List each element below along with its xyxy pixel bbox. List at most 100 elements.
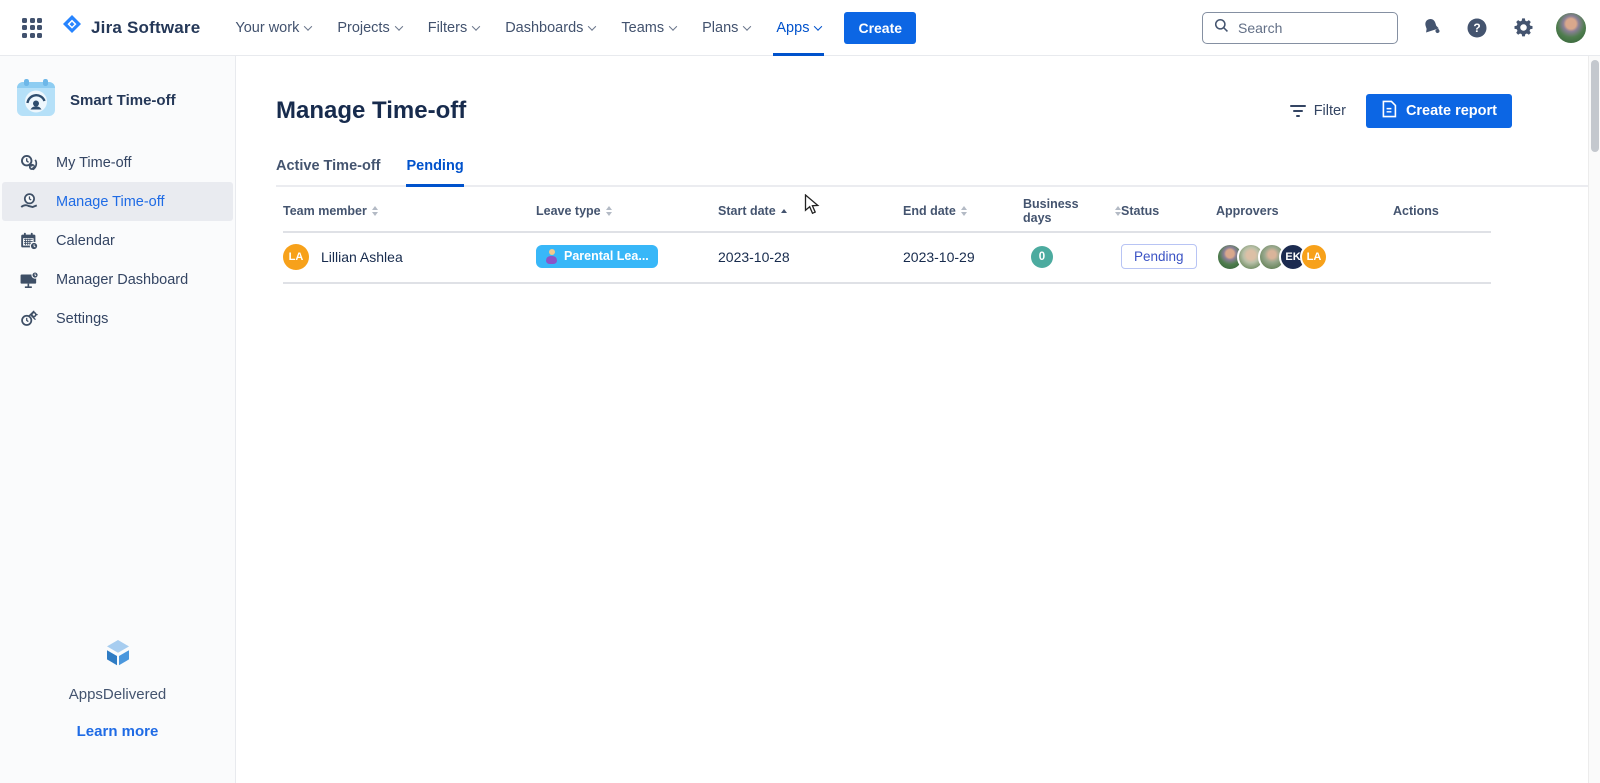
product-name: Jira Software bbox=[91, 18, 200, 38]
column-header-start-date[interactable]: Start date bbox=[718, 204, 903, 218]
chevron-down-icon bbox=[743, 22, 751, 30]
nav-item-label: Filters bbox=[428, 20, 467, 36]
nav-item-projects[interactable]: Projects bbox=[324, 0, 414, 56]
global-search[interactable] bbox=[1202, 12, 1398, 44]
member-avatar: LA bbox=[283, 244, 309, 270]
top-navigation: Jira Software Your work Projects Filters Da… bbox=[0, 0, 1600, 56]
leave-type-badge: Parental Lea... bbox=[536, 245, 658, 268]
sidebar-item-label: Manage Time-off bbox=[56, 194, 165, 210]
leave-type-cell: Parental Lea... bbox=[536, 245, 718, 268]
chevron-down-icon bbox=[304, 22, 312, 30]
nav-item-label: Apps bbox=[776, 20, 809, 36]
business-days-cell: 0 bbox=[1023, 246, 1121, 268]
sort-icon bbox=[961, 206, 967, 216]
sidebar: Smart Time-off My Time-offManage Time-of… bbox=[0, 56, 236, 783]
settings-clock-icon bbox=[17, 308, 41, 330]
nav-item-label: Your work bbox=[235, 20, 299, 36]
nav-item-label: Plans bbox=[702, 20, 738, 36]
start-date-cell: 2023-10-28 bbox=[718, 249, 903, 265]
learn-more-link[interactable]: Learn more bbox=[77, 723, 159, 740]
column-header-status: Status bbox=[1121, 204, 1216, 218]
scrollbar-thumb[interactable] bbox=[1591, 60, 1599, 152]
jira-diamond-icon bbox=[60, 13, 84, 42]
nav-item-label: Dashboards bbox=[505, 20, 583, 36]
appsdelivered-logo-icon bbox=[0, 640, 235, 676]
sidebar-nav: My Time-off Manage Time-off Calendar Manage… bbox=[0, 143, 235, 338]
create-report-button[interactable]: Create report bbox=[1366, 94, 1512, 128]
dashboard-icon bbox=[17, 269, 41, 291]
sidebar-item-my-time-off[interactable]: My Time-off bbox=[2, 143, 233, 182]
main-content: Manage Time-off Filter Create report Act… bbox=[237, 56, 1588, 783]
sort-down-arrow bbox=[961, 212, 967, 216]
column-label: Approvers bbox=[1216, 204, 1279, 218]
chevron-down-icon bbox=[394, 22, 402, 30]
filter-icon bbox=[1290, 105, 1306, 117]
chevron-down-icon bbox=[669, 22, 677, 30]
column-label: Actions bbox=[1393, 204, 1439, 218]
column-header-leave-type[interactable]: Leave type bbox=[536, 204, 718, 218]
svg-text:?: ? bbox=[1473, 21, 1480, 35]
sidebar-item-settings[interactable]: Settings bbox=[2, 299, 233, 338]
member-name: Lillian Ashlea bbox=[321, 249, 403, 265]
manage-time-icon bbox=[17, 191, 41, 213]
vertical-scrollbar[interactable] bbox=[1588, 56, 1600, 783]
help-icon[interactable]: ? bbox=[1464, 15, 1490, 41]
sort-up-arrow bbox=[372, 206, 378, 210]
search-icon bbox=[1213, 17, 1230, 39]
sidebar-item-label: My Time-off bbox=[56, 155, 131, 171]
nav-item-dashboards[interactable]: Dashboards bbox=[492, 0, 608, 56]
sort-up-arrow bbox=[961, 206, 967, 210]
calendar-icon bbox=[17, 230, 41, 252]
member-cell: LA Lillian Ashlea bbox=[283, 244, 536, 270]
table-header: Team memberLeave typeStart date End dateB… bbox=[283, 191, 1491, 233]
chevron-down-icon bbox=[588, 22, 596, 30]
column-header-business-days[interactable]: Business days bbox=[1023, 197, 1121, 225]
sort-down-arrow bbox=[372, 212, 378, 216]
timeoff-table: Team memberLeave typeStart date End dateB… bbox=[283, 191, 1491, 284]
business-days-badge: 0 bbox=[1031, 246, 1053, 268]
leave-type-label: Parental Lea... bbox=[564, 249, 649, 263]
column-header-end-date[interactable]: End date bbox=[903, 204, 1023, 218]
approvers-cell: EKLA bbox=[1216, 243, 1393, 271]
nav-item-label: Projects bbox=[337, 20, 389, 36]
column-label: Start date bbox=[718, 204, 776, 218]
app-switcher-icon[interactable] bbox=[16, 12, 48, 44]
time-sync-icon bbox=[17, 152, 41, 174]
sort-icon bbox=[372, 206, 378, 216]
sidebar-footer: AppsDelivered Learn more bbox=[0, 640, 235, 783]
notifications-bell-icon[interactable] bbox=[1418, 15, 1444, 41]
sidebar-item-label: Calendar bbox=[56, 233, 115, 249]
column-header-actions: Actions bbox=[1393, 204, 1491, 218]
jira-logo[interactable]: Jira Software bbox=[60, 13, 200, 42]
tab-active-time-off[interactable]: Active Time-off bbox=[276, 158, 380, 187]
tab-pending[interactable]: Pending bbox=[406, 158, 463, 187]
sidebar-item-manager-dashboard[interactable]: Manager Dashboard bbox=[2, 260, 233, 299]
chevron-down-icon bbox=[814, 22, 822, 30]
search-input[interactable] bbox=[1238, 20, 1368, 36]
approver-avatar[interactable]: LA bbox=[1300, 243, 1328, 271]
sidebar-item-manage-time-off[interactable]: Manage Time-off bbox=[2, 182, 233, 221]
table-row: LA Lillian Ashlea Parental Lea... 2023-10-2… bbox=[283, 233, 1491, 280]
status-cell: Pending bbox=[1121, 244, 1216, 269]
nav-item-your-work[interactable]: Your work bbox=[222, 0, 324, 56]
nav-item-teams[interactable]: Teams bbox=[608, 0, 689, 56]
nav-item-apps[interactable]: Apps bbox=[763, 0, 834, 56]
table-body: LA Lillian Ashlea Parental Lea... 2023-10-2… bbox=[283, 233, 1491, 284]
column-label: Business days bbox=[1023, 197, 1110, 225]
nav-item-filters[interactable]: Filters bbox=[415, 0, 492, 56]
column-label: Status bbox=[1121, 204, 1159, 218]
document-icon bbox=[1381, 100, 1397, 122]
filter-button[interactable]: Filter bbox=[1290, 103, 1346, 119]
settings-gear-icon[interactable] bbox=[1510, 15, 1536, 41]
tab-bar: Active Time-off Pending bbox=[276, 158, 1588, 187]
nav-item-plans[interactable]: Plans bbox=[689, 0, 763, 56]
sort-down-arrow bbox=[606, 212, 612, 216]
filter-label: Filter bbox=[1314, 103, 1346, 119]
pregnant-person-icon bbox=[545, 249, 558, 264]
sort-up-arrow bbox=[606, 206, 612, 210]
column-header-team-member[interactable]: Team member bbox=[283, 204, 536, 218]
sidebar-item-calendar[interactable]: Calendar bbox=[2, 221, 233, 260]
smart-timeoff-app-icon bbox=[16, 78, 56, 123]
create-button[interactable]: Create bbox=[844, 12, 916, 44]
user-avatar[interactable] bbox=[1556, 13, 1586, 43]
